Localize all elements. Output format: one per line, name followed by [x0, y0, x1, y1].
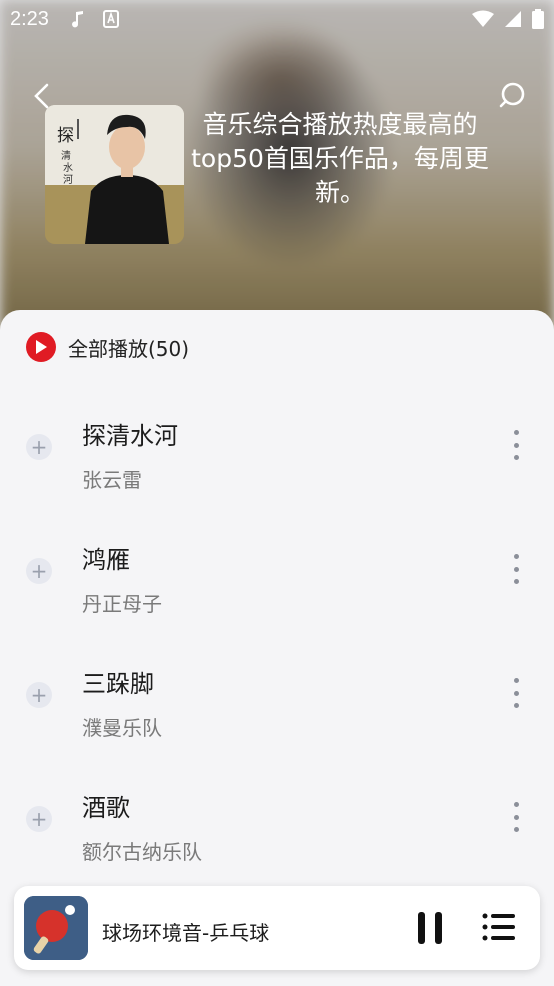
playlist-cover[interactable]: 探 清 水 河	[45, 105, 184, 244]
song-title: 酒歌	[82, 794, 130, 822]
signal-icon	[505, 11, 521, 27]
status-time: 2:23	[10, 7, 49, 30]
play-all-button[interactable]: 全部播放(50)	[26, 332, 189, 362]
mini-player[interactable]: 球场环境音-乒乓球	[14, 886, 540, 970]
music-note-icon	[71, 11, 83, 28]
playlist-queue-button[interactable]	[482, 912, 516, 942]
ping-pong-icon	[24, 896, 88, 960]
more-options-icon[interactable]	[506, 802, 526, 832]
plus-icon: +	[30, 683, 48, 707]
plus-icon: +	[30, 807, 48, 831]
cover-title-glyph-2: 清	[61, 149, 71, 162]
song-title: 探清水河	[82, 422, 178, 450]
song-list-panel: 全部播放(50) + 探清水河 张云雷 + 鸿雁 丹正母子 + 三跺脚 濮曼乐队…	[0, 310, 554, 986]
song-artist: 张云雷	[82, 468, 142, 492]
song-title: 鸿雁	[82, 546, 130, 574]
more-options-icon[interactable]	[506, 678, 526, 708]
pause-button[interactable]	[418, 912, 444, 944]
add-song-button[interactable]: +	[26, 558, 52, 584]
song-row[interactable]: + 鸿雁 丹正母子	[0, 518, 554, 642]
wifi-icon	[472, 10, 494, 27]
battery-icon	[532, 9, 544, 29]
play-all-label: 全部播放(50)	[68, 336, 190, 361]
status-bar: 2:23	[0, 0, 554, 38]
cover-title-glyph-4: 河	[63, 174, 73, 186]
add-song-button[interactable]: +	[26, 434, 52, 460]
plus-icon: +	[30, 559, 48, 583]
plus-icon: +	[30, 435, 48, 459]
more-options-icon[interactable]	[506, 554, 526, 584]
song-artist: 濮曼乐队	[82, 716, 162, 740]
mini-player-cover[interactable]	[24, 896, 88, 960]
cover-artwork: 探 清 水 河	[45, 105, 184, 244]
song-artist: 额尔古纳乐队	[82, 840, 202, 864]
more-options-icon[interactable]	[506, 430, 526, 460]
search-button[interactable]	[496, 78, 528, 114]
cover-title-glyph-1: 探	[57, 126, 74, 146]
song-title: 三跺脚	[82, 670, 154, 698]
search-icon	[499, 82, 525, 108]
cover-title-glyph-3: 水	[63, 162, 73, 174]
song-row[interactable]: + 酒歌 额尔古纳乐队	[0, 766, 554, 890]
song-artist: 丹正母子	[82, 592, 162, 616]
song-row[interactable]: + 探清水河 张云雷	[0, 394, 554, 518]
add-song-button[interactable]: +	[26, 682, 52, 708]
add-song-button[interactable]: +	[26, 806, 52, 832]
play-circle-icon	[26, 332, 56, 362]
song-row[interactable]: + 三跺脚 濮曼乐队	[0, 642, 554, 766]
list-icon	[482, 913, 515, 941]
now-playing-title: 球场环境音-乒乓球	[102, 921, 270, 945]
playlist-description: 音乐综合播放热度最高的top50首国乐作品，每周更新。	[191, 110, 489, 207]
keyboard-a-icon	[102, 10, 119, 28]
